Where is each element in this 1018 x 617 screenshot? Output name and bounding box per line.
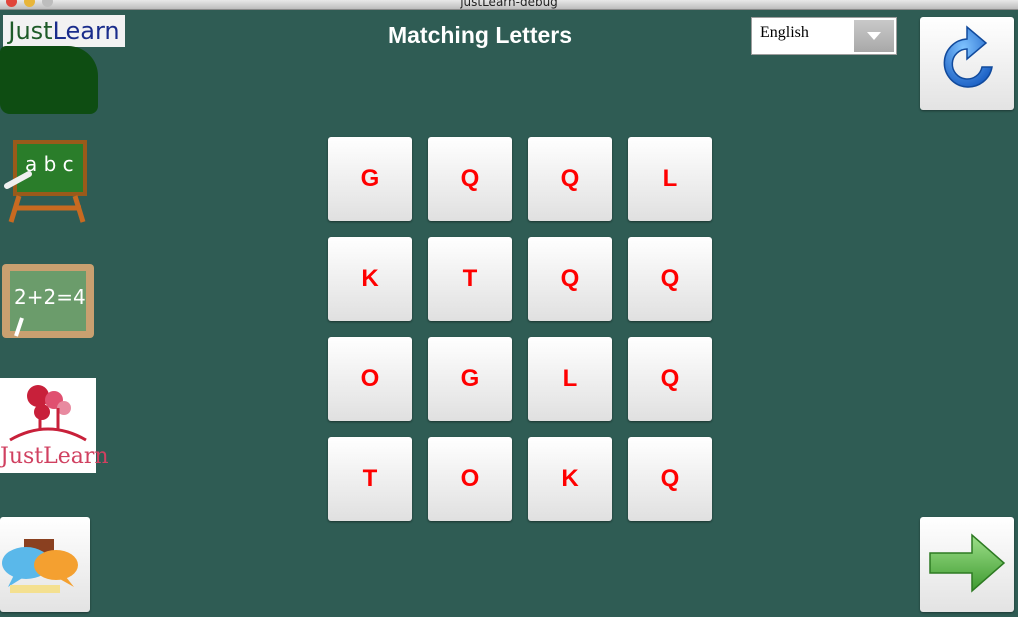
letter-tile[interactable]: K <box>328 237 412 321</box>
letter-tile[interactable]: L <box>628 137 712 221</box>
chevron-down-icon[interactable] <box>854 20 894 52</box>
letter-grid: GQQLKTQQOGLQTOKQ <box>328 137 712 521</box>
letter-tile[interactable]: O <box>428 437 512 521</box>
letter-tile[interactable]: T <box>328 437 412 521</box>
green-right-arrow-icon <box>929 533 1006 593</box>
chalkboard-math-icon[interactable]: 2+2=4 <box>0 262 96 340</box>
letter-tile[interactable]: Q <box>628 337 712 421</box>
letter-tile[interactable]: G <box>328 137 412 221</box>
speech-bubbles-icon <box>2 539 78 593</box>
letter-tile[interactable]: T <box>428 237 512 321</box>
window-title: justLearn-debug <box>460 0 558 9</box>
letter-tile[interactable]: G <box>428 337 512 421</box>
page-title: Matching Letters <box>387 22 573 48</box>
decorative-green-shape <box>0 46 98 114</box>
window-titlebar: justLearn-debug <box>0 0 1018 10</box>
next-button[interactable] <box>920 517 1014 612</box>
letter-tile[interactable]: K <box>528 437 612 521</box>
letter-tile[interactable]: Q <box>628 437 712 521</box>
refresh-arrow-icon <box>943 25 993 88</box>
math-board-text: 2+2=4 <box>14 285 86 309</box>
chat-button[interactable] <box>0 517 90 612</box>
refresh-button[interactable] <box>920 17 1014 110</box>
brand-part2: Learn <box>52 17 120 45</box>
brand-part1: Just <box>8 17 53 45</box>
language-select[interactable]: English <box>751 17 897 55</box>
letter-tile[interactable]: Q <box>628 237 712 321</box>
letter-tile[interactable]: Q <box>528 237 612 321</box>
abc-board-text: a b c <box>25 152 74 176</box>
chalkboard-abc-icon[interactable]: a b c <box>3 138 91 226</box>
language-selected-value: English <box>760 24 809 41</box>
letter-tile[interactable]: Q <box>528 137 612 221</box>
letter-tile[interactable]: L <box>528 337 612 421</box>
brand-logo: Just Learn <box>3 15 125 47</box>
justlearn-logo[interactable]: JustLearn <box>0 378 109 473</box>
letter-tile[interactable]: Q <box>428 137 512 221</box>
logo-text: JustLearn <box>0 444 109 469</box>
letter-tile[interactable]: O <box>328 337 412 421</box>
